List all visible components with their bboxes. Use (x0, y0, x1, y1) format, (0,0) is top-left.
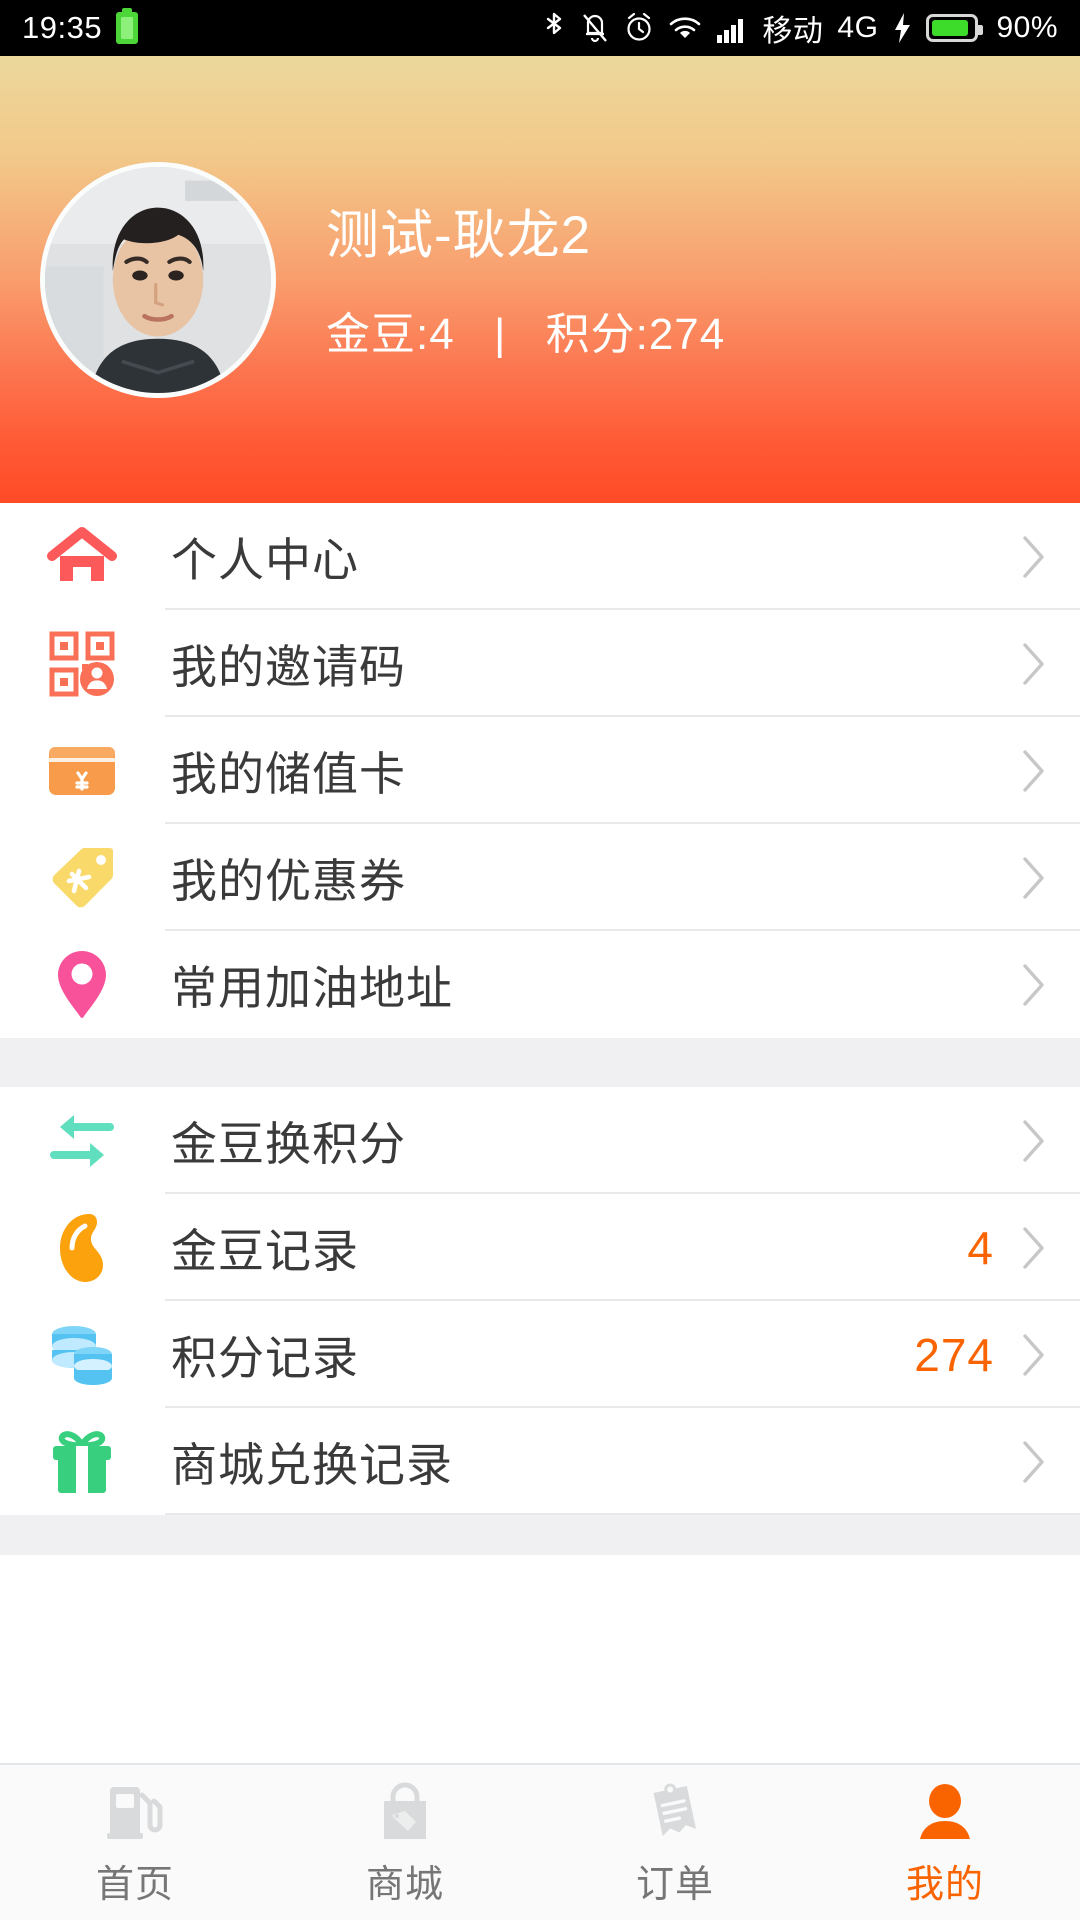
menu-item-invite-code[interactable]: 我的邀请码 (0, 610, 1080, 717)
chevron-right-icon (1020, 1438, 1048, 1486)
tab-profile[interactable]: 我的 (810, 1765, 1080, 1920)
menu-group-secondary: 金豆换积分 金豆记录 4 积分记录 274 商城兑换记录 (0, 1087, 1080, 1515)
battery-small-icon (116, 8, 139, 44)
wifi-icon (668, 11, 702, 45)
network-type-label: 4G (837, 11, 879, 44)
bottom-tab-bar: 首页 商城 订单 我的 (0, 1763, 1080, 1920)
menu-item-label: 常用加油地址 (171, 961, 453, 1014)
tab-orders[interactable]: 订单 (540, 1765, 810, 1920)
mute-bell-icon (580, 11, 610, 45)
tab-home[interactable]: 首页 (0, 1765, 270, 1920)
alarm-icon (624, 11, 654, 45)
menu-item-label: 商城兑换记录 (171, 1438, 453, 1491)
user-name: 测试-耿龙2 (326, 206, 592, 266)
bluetooth-icon (542, 11, 566, 45)
chevron-right-icon (1020, 1117, 1048, 1165)
carrier-label: 移动 (762, 15, 824, 48)
chevron-right-icon (1020, 1331, 1048, 1379)
avatar[interactable] (40, 161, 276, 398)
gift-box-icon (43, 1423, 121, 1501)
tab-label: 我的 (905, 1864, 984, 1906)
fuel-pump-icon (104, 1777, 166, 1843)
order-list-icon (644, 1777, 706, 1843)
menu-item-prepaid-card[interactable]: 我的储值卡 (0, 717, 1080, 824)
tab-label: 订单 (635, 1864, 714, 1906)
menu-item-mall-exchange-records[interactable]: 商城兑换记录 (0, 1408, 1080, 1515)
menu-item-label: 我的优惠券 (171, 854, 406, 907)
status-time: 19:35 (22, 10, 103, 45)
group-separator (0, 1038, 1080, 1087)
exchange-arrows-icon (43, 1102, 121, 1180)
chevron-right-icon (1020, 533, 1048, 581)
coupon-tag-icon (43, 839, 121, 917)
bottom-filler (0, 1515, 1080, 1555)
bean-icon (43, 1209, 121, 1287)
menu-item-personal-center[interactable]: 个人中心 (0, 503, 1080, 610)
menu-group-primary: 个人中心 我的邀请码 我的储值卡 我的优惠券 常用加油地址 (0, 503, 1080, 1038)
menu-item-refuel-address[interactable]: 常用加油地址 (0, 931, 1080, 1038)
battery-percent-label: 90% (996, 11, 1058, 44)
person-icon (916, 1777, 974, 1843)
menu-item-coupon[interactable]: 我的优惠券 (0, 824, 1080, 931)
qrcode-user-icon (43, 625, 121, 703)
menu-item-bean-records[interactable]: 金豆记录 4 (0, 1194, 1080, 1301)
location-pin-icon (43, 946, 121, 1024)
shopping-bag-icon (376, 1777, 434, 1843)
menu-item-bean-to-points[interactable]: 金豆换积分 (0, 1087, 1080, 1194)
status-bar: 19:35 移动 4G 90% (0, 0, 1080, 56)
prepaid-card-icon (43, 732, 121, 810)
app-root: 19:35 移动 4G 90% 测试-耿龙2 金豆:4 | 积分:274 个人中… (0, 0, 1080, 1920)
stats-separator: | (493, 309, 507, 359)
status-icon-group: 移动 4G 90% (542, 6, 1058, 50)
profile-text-block: 测试-耿龙2 金豆:4 | 积分:274 (326, 203, 725, 361)
coin-stack-icon (43, 1316, 121, 1394)
menu-item-points-records[interactable]: 积分记录 274 (0, 1301, 1080, 1408)
home-icon (43, 518, 121, 596)
menu-item-label: 我的邀请码 (171, 640, 406, 693)
profile-header: 测试-耿龙2 金豆:4 | 积分:274 (0, 56, 1080, 503)
user-stats: 金豆:4 | 积分:274 (326, 298, 725, 362)
gold-bean-count: 金豆:4 (326, 309, 455, 359)
chevron-right-icon (1020, 640, 1048, 688)
menu-item-label: 金豆记录 (171, 1224, 359, 1277)
menu-item-label: 我的储值卡 (171, 747, 406, 800)
chevron-right-icon (1020, 747, 1048, 795)
menu-item-label: 积分记录 (171, 1331, 359, 1384)
menu-item-label: 金豆换积分 (171, 1117, 406, 1170)
battery-icon (926, 14, 984, 42)
menu-item-value: 4 (967, 1221, 994, 1274)
chevron-right-icon (1020, 1224, 1048, 1272)
tab-mall[interactable]: 商城 (270, 1765, 540, 1920)
charging-bolt-icon (892, 11, 912, 45)
menu-item-label: 个人中心 (171, 533, 359, 586)
chevron-right-icon (1020, 961, 1048, 1009)
tab-label: 首页 (95, 1864, 174, 1906)
points-count: 积分:274 (545, 309, 726, 359)
chevron-right-icon (1020, 854, 1048, 902)
menu-item-value: 274 (914, 1328, 994, 1381)
tab-label: 商城 (365, 1864, 444, 1906)
signal-bars-icon (716, 11, 748, 45)
